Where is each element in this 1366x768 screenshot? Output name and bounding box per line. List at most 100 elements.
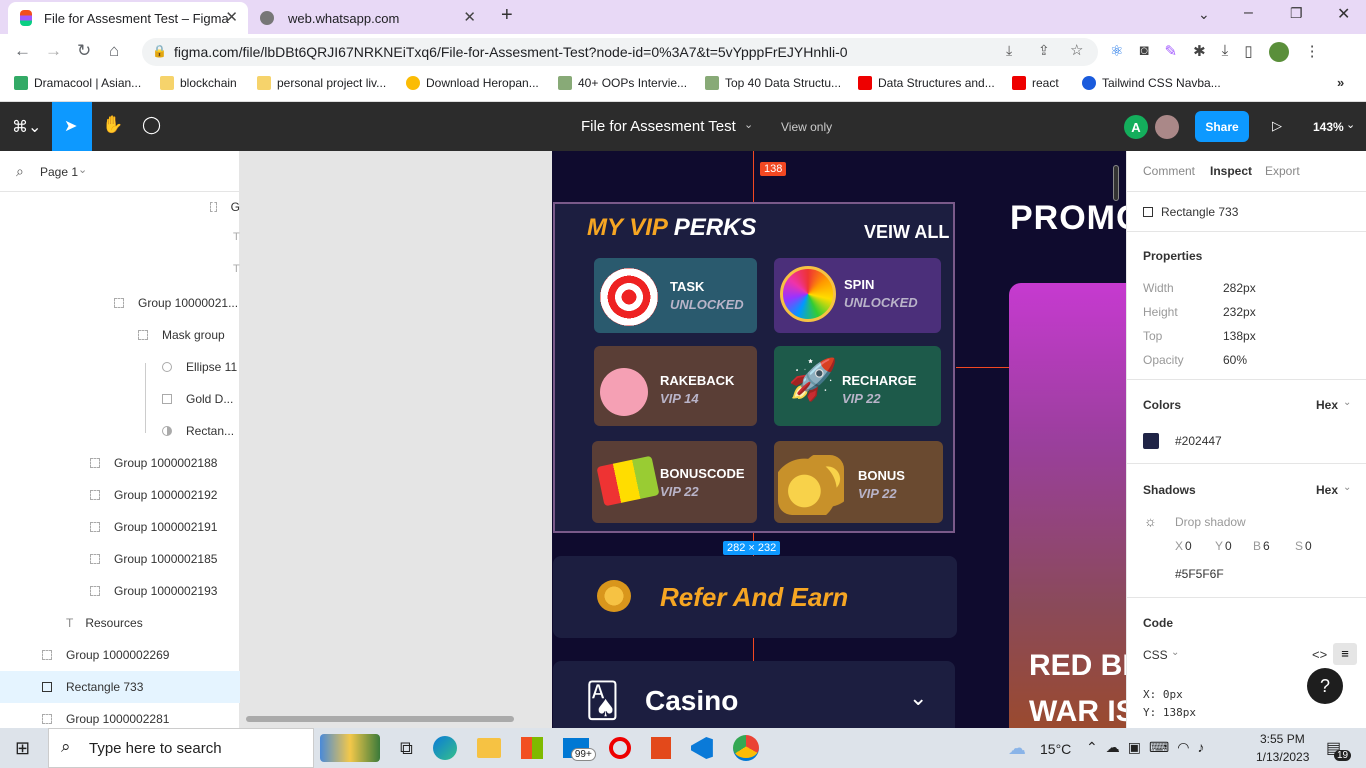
- url-text[interactable]: figma.com/file/lbDBt6QRJI67NRKNEiTxq6/Fi…: [174, 44, 848, 60]
- taskbar-search[interactable]: ⌕ Type here to search: [48, 728, 314, 768]
- chevron-down-icon[interactable]: ⌄: [1171, 647, 1179, 658]
- page-selector[interactable]: Page 1: [40, 165, 78, 179]
- refer-earn-card[interactable]: Refer And Earn: [553, 556, 957, 638]
- chevron-down-icon[interactable]: ⌄: [1346, 118, 1355, 131]
- chevron-down-icon[interactable]: ⌄: [78, 163, 87, 176]
- perk-card-rakeback[interactable]: RAKEBACK VIP 14: [594, 346, 757, 426]
- office-icon[interactable]: [650, 737, 671, 759]
- perk-card-bonus[interactable]: BONUS VIP 22: [774, 441, 943, 523]
- bookmark-item[interactable]: Tailwind CSS Navba...: [1082, 76, 1221, 90]
- layer-row[interactable]: Group 10000021...: [0, 287, 240, 319]
- promo-banner[interactable]: RED BI WAR IS: [1009, 283, 1126, 728]
- list-view-icon[interactable]: ≡: [1333, 643, 1357, 665]
- chevron-up-icon[interactable]: ⌃: [1086, 739, 1098, 756]
- casino-card[interactable]: 🂡 Casino ⌄: [553, 661, 955, 728]
- bookmark-item[interactable]: Top 40 Data Structu...: [705, 76, 841, 90]
- view-all-link[interactable]: VEIW ALL: [864, 222, 949, 243]
- pen-icon[interactable]: ✎: [1165, 42, 1178, 62]
- chevron-down-icon[interactable]: ⌄: [1343, 397, 1351, 408]
- windows-start-icon[interactable]: ⊞: [15, 738, 30, 759]
- opera-icon[interactable]: [608, 737, 631, 759]
- prop-value[interactable]: 282px: [1223, 281, 1256, 295]
- camera-icon[interactable]: ◙: [1139, 42, 1148, 62]
- new-tab-icon[interactable]: +: [501, 4, 513, 27]
- react-icon[interactable]: ⚛: [1110, 42, 1123, 62]
- close-icon[interactable]: ✕: [225, 8, 238, 26]
- color-swatch[interactable]: [1143, 433, 1159, 449]
- cloud-icon[interactable]: ☁: [1106, 739, 1120, 756]
- close-icon[interactable]: ✕: [463, 8, 476, 26]
- volume-icon[interactable]: ♪: [1197, 739, 1204, 756]
- perk-card-spin[interactable]: SPIN UNLOCKED: [774, 258, 941, 333]
- layer-row[interactable]: Group 1000002193: [0, 575, 240, 607]
- tab-figma[interactable]: File for Assesment Test – Figma ✕: [8, 2, 248, 34]
- bookmark-item[interactable]: 40+ OOPs Intervie...: [558, 76, 687, 90]
- bookmark-item[interactable]: personal project liv...: [257, 76, 386, 90]
- format-selector[interactable]: Hex: [1316, 483, 1338, 497]
- file-explorer-icon[interactable]: [476, 738, 501, 758]
- perk-card-bonuscode[interactable]: BONUSCODE VIP 22: [592, 441, 757, 523]
- minimize-icon[interactable]: –: [1244, 4, 1253, 22]
- comment-tool-icon[interactable]: ◯: [142, 115, 161, 135]
- maximize-icon[interactable]: ❐: [1290, 5, 1303, 22]
- profile-avatar[interactable]: [1268, 42, 1289, 62]
- code-view-icon[interactable]: <>: [1312, 647, 1327, 662]
- chevron-down-icon[interactable]: ⌄: [1198, 6, 1210, 23]
- color-value[interactable]: #202447: [1175, 434, 1222, 448]
- chevron-down-icon[interactable]: ⌄: [1343, 482, 1351, 493]
- design-frame[interactable]: 138 1446 5709 MY VIP PERKS VEIW ALL TASK…: [552, 151, 1126, 728]
- layer-row[interactable]: Mask group: [0, 319, 240, 351]
- prop-value[interactable]: 232px: [1223, 305, 1256, 319]
- url-box[interactable]: 🔒 figma.com/file/lbDBt6QRJI67NRKNEiTxq6/…: [142, 38, 1098, 66]
- puzzle-icon[interactable]: ✱: [1193, 42, 1206, 62]
- layer-row[interactable]: Group 1000002188: [0, 447, 240, 479]
- store-icon[interactable]: [520, 737, 543, 759]
- layer-row[interactable]: Group 1000002185: [0, 543, 240, 575]
- wifi-icon[interactable]: ◠: [1177, 739, 1189, 756]
- file-title[interactable]: File for Assesment Test: [581, 118, 736, 135]
- bookmark-item[interactable]: react: [1012, 76, 1059, 90]
- download-icon[interactable]: ⤓: [1006, 42, 1012, 59]
- perk-card-task[interactable]: TASK UNLOCKED: [594, 258, 757, 333]
- reload-icon[interactable]: ↻: [77, 41, 91, 61]
- close-window-icon[interactable]: ✕: [1337, 4, 1350, 24]
- horizontal-scrollbar[interactable]: [246, 716, 514, 722]
- hand-tool-icon[interactable]: ✋: [102, 115, 123, 135]
- format-selector[interactable]: Hex: [1316, 398, 1338, 412]
- tab-export[interactable]: Export: [1265, 164, 1300, 178]
- home-icon[interactable]: ⌂: [109, 41, 119, 61]
- layer-row[interactable]: G: [0, 191, 240, 223]
- tab-whatsapp[interactable]: web.whatsapp.com ✕: [252, 2, 488, 34]
- vip-perks-card[interactable]: MY VIP PERKS VEIW ALL TASK UNLOCKED SPIN U…: [553, 202, 955, 533]
- back-icon[interactable]: ←: [14, 41, 31, 61]
- bookmark-item[interactable]: Download Heropan...: [406, 76, 539, 90]
- bookmark-item[interactable]: blockchain: [160, 76, 237, 90]
- present-icon[interactable]: ▷: [1272, 118, 1282, 134]
- forward-icon[interactable]: →: [45, 41, 62, 61]
- task-view-icon[interactable]: ⧉: [400, 738, 413, 759]
- move-tool[interactable]: ➤: [52, 102, 92, 151]
- share-button[interactable]: Share: [1195, 111, 1249, 142]
- clock-date[interactable]: 1/13/2023: [1256, 750, 1309, 764]
- widgets-icon[interactable]: [320, 734, 380, 762]
- user-avatar[interactable]: A: [1124, 115, 1148, 139]
- chrome-icon[interactable]: [732, 735, 759, 761]
- chevron-down-icon[interactable]: ⌄: [744, 118, 753, 131]
- layer-row[interactable]: Group 1000002191: [0, 511, 240, 543]
- sidebar-icon[interactable]: ▯: [1244, 42, 1252, 62]
- user-avatar-photo[interactable]: [1155, 115, 1179, 139]
- layer-row[interactable]: Rectan...: [0, 415, 240, 447]
- display-icon[interactable]: ▣: [1128, 739, 1141, 756]
- edge-icon[interactable]: [432, 736, 457, 760]
- layer-row[interactable]: Ellipse 11: [0, 351, 240, 383]
- mail-icon[interactable]: 99+: [562, 738, 596, 761]
- more-bookmarks-icon[interactable]: »: [1337, 75, 1344, 90]
- star-icon[interactable]: ☆: [1070, 41, 1083, 59]
- code-language-selector[interactable]: CSS: [1143, 648, 1168, 662]
- layer-row[interactable]: Group 1000002192: [0, 479, 240, 511]
- shadow-color-value[interactable]: #5F5F6F: [1175, 567, 1224, 581]
- bookmark-item[interactable]: Data Structures and...: [858, 76, 995, 90]
- bookmark-item[interactable]: Dramacool | Asian...: [14, 76, 141, 90]
- downloads-icon[interactable]: ⤓: [1222, 42, 1229, 62]
- design-canvas[interactable]: 138 1446 5709 MY VIP PERKS VEIW ALL TASK…: [240, 151, 1126, 728]
